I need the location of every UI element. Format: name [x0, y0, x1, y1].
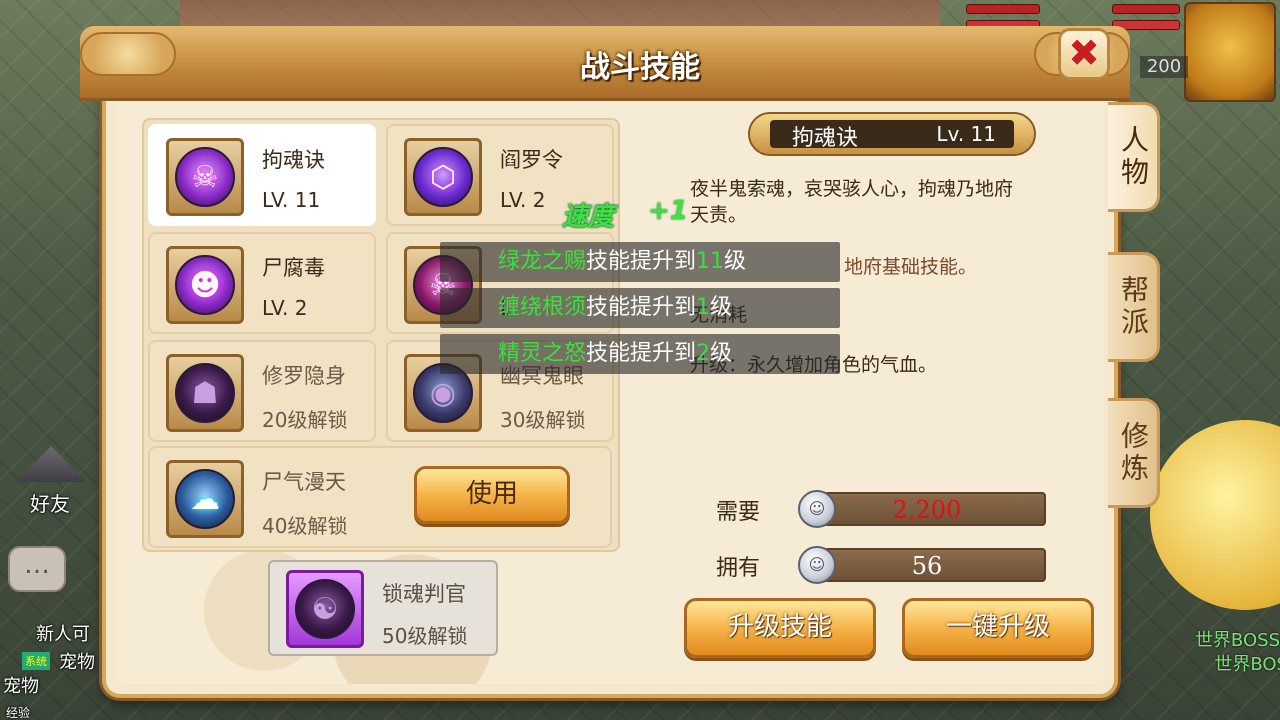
world-boss-text-2[interactable]: 世界BOS	[1214, 650, 1280, 676]
close-icon: ✖	[1068, 31, 1100, 75]
upgrade-toast: 绿龙之赐技能提升到11级	[440, 242, 840, 282]
toast-num: 2	[696, 341, 711, 366]
use-button[interactable]: 使用	[414, 466, 570, 524]
skill-name: 尸气漫天	[262, 470, 346, 494]
skill-name: 拘魂诀	[262, 148, 325, 172]
detail-skill-level: Lv. 11	[936, 122, 996, 146]
need-cost-bar: ☺ 2,200	[798, 490, 1046, 528]
yin-yang-icon: ☯	[295, 579, 355, 639]
toast-tail: 级	[710, 341, 733, 366]
toast-mid: 技能提升到	[586, 341, 697, 366]
skill-cell-xiuluoyinshen[interactable]: ☗ 修罗隐身 20级解锁	[148, 340, 376, 442]
skill-name: 尸腐毒	[262, 256, 325, 280]
float-stat-text: 速度	[562, 202, 615, 232]
skill-name: 修罗隐身	[262, 364, 346, 388]
skill-name: 阎罗令	[500, 148, 563, 172]
skill-description-line2: 天责。	[690, 204, 748, 226]
skill-name: 锁魂判官	[382, 582, 466, 606]
hp-bar	[966, 4, 1040, 14]
have-label: 拥有	[716, 556, 761, 581]
tab-cultivation[interactable]: 修炼	[1108, 398, 1160, 508]
exp-text: 经验	[5, 706, 30, 720]
skill-level: LV. 2	[262, 296, 308, 320]
skill-description-line1: 夜半鬼索魂，哀哭骇人心，拘魂乃地府	[690, 178, 1014, 200]
skill-level: LV. 11	[262, 188, 321, 212]
skill-unlock-level: 20级解锁	[262, 408, 348, 432]
skill-icon-frame: ☁	[166, 460, 244, 538]
tab-character[interactable]: 人物	[1108, 102, 1160, 212]
toast-tail: 级	[724, 249, 747, 274]
shadow-stealth-icon: ☗	[175, 363, 235, 423]
one-click-upgrade-button[interactable]: 一键升级	[902, 598, 1094, 658]
skill-type-text: 地府基础技能。	[844, 256, 978, 278]
skill-cell-shifudu[interactable]: ☻ 尸腐毒 LV. 2	[148, 232, 376, 334]
toast-num: 1	[696, 295, 711, 320]
tab-guild[interactable]: 帮派	[1108, 252, 1160, 362]
ghost-skull-icon: ☠	[175, 147, 235, 207]
skill-unlock-level: 30级解锁	[500, 408, 586, 432]
toast-skill: 绿龙之赐	[498, 249, 587, 274]
token-seal-icon: ⬡	[413, 147, 473, 207]
upgrade-toast: 缠绕根须技能提升到1级	[440, 288, 840, 328]
new-player-text: 新人可	[36, 624, 90, 645]
corpse-mist-icon: ☁	[175, 469, 235, 529]
world-boss-text[interactable]: 世界BOSS	[1195, 626, 1280, 652]
skill-unlock-level: 40级解锁	[262, 514, 348, 538]
bonus-skill-suohunpanguan[interactable]: ☯ 锁魂判官 50级解锁	[268, 560, 498, 656]
toast-mid: 技能提升到	[586, 295, 697, 320]
have-value: 56	[911, 552, 943, 580]
skill-cell-gouhunjue[interactable]: ☠ 拘魂诀 LV. 11	[148, 124, 376, 226]
float-bonus-text: +1	[648, 196, 688, 226]
toast-mid: 技能提升到	[586, 249, 697, 274]
need-label: 需要	[716, 500, 761, 525]
toast-skill: 缠绕根须	[498, 295, 587, 320]
pet-hp-bar	[1112, 4, 1180, 14]
toast-num: 11	[696, 249, 725, 274]
friends-label[interactable]: 好友	[0, 488, 100, 517]
skill-level: LV. 2	[500, 188, 546, 212]
skill-icon-frame: ⬡	[404, 138, 482, 216]
upgrade-toast: 精灵之怒技能提升到2级	[440, 334, 840, 374]
toast-tail: 级	[710, 295, 733, 320]
pet-text-2: 宠物	[3, 676, 39, 697]
skill-icon-frame: ☠	[166, 138, 244, 216]
skill-icon-frame: ☗	[166, 354, 244, 432]
skill-unlock-level: 50级解锁	[382, 624, 468, 648]
detail-skill-name: 拘魂诀	[792, 126, 859, 151]
skill-icon-frame: ☯	[286, 570, 364, 648]
poison-ghost-icon: ☻	[175, 255, 235, 315]
skill-icon-frame: ☻	[166, 246, 244, 324]
close-button[interactable]: ✖	[1058, 28, 1110, 80]
upgrade-skill-button[interactable]: 升级技能	[684, 598, 876, 658]
toast-skill: 精灵之怒	[498, 341, 587, 366]
have-cost-bar: ☺ 56	[798, 546, 1046, 584]
need-value: 2,200	[892, 496, 962, 524]
chat-icon[interactable]: …	[8, 546, 66, 592]
skill-name-plate: 拘魂诀 Lv. 11	[748, 112, 1036, 156]
